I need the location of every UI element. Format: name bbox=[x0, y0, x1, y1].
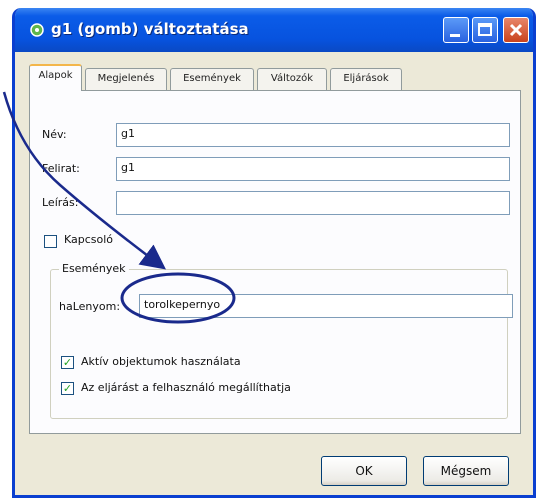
leiras-label: Leírás: bbox=[42, 196, 79, 209]
minimize-icon bbox=[450, 34, 460, 37]
events-group: Események haLenyom: torolkepernyo ✓ Aktí… bbox=[50, 262, 513, 419]
tab-valtozok[interactable]: Változók bbox=[257, 68, 327, 90]
check-icon: ✓ bbox=[62, 356, 73, 369]
tab-strip: Alapok Megjelenés Események Változók Elj… bbox=[29, 64, 521, 91]
kapcsolo-checkbox[interactable] bbox=[44, 235, 57, 248]
aktiv-objektumok-checkbox[interactable]: ✓ bbox=[61, 356, 74, 369]
kapcsolo-label: Kapcsoló bbox=[64, 233, 114, 246]
felirat-field[interactable]: g1 bbox=[116, 157, 510, 181]
events-group-title: Események bbox=[59, 262, 129, 275]
minimize-button[interactable] bbox=[443, 17, 469, 43]
maximize-button[interactable] bbox=[472, 17, 498, 43]
halenyom-label: haLenyom: bbox=[59, 300, 121, 313]
halenyom-field[interactable]: torolkepernyo bbox=[139, 294, 513, 318]
window-title: g1 (gomb) változtatása bbox=[51, 20, 249, 38]
close-icon bbox=[509, 23, 523, 37]
maximize-icon bbox=[478, 23, 492, 36]
tab-eljarasok[interactable]: Eljárások bbox=[330, 68, 402, 90]
ok-button[interactable]: OK bbox=[321, 456, 407, 486]
megallithatja-checkbox[interactable]: ✓ bbox=[61, 382, 74, 395]
megallithatja-label: Az eljárást a felhasználó megállíthatja bbox=[81, 381, 291, 394]
app-icon bbox=[30, 23, 44, 37]
title-bar[interactable]: g1 (gomb) változtatása bbox=[15, 8, 533, 52]
leiras-field[interactable] bbox=[116, 191, 510, 215]
tab-alapok[interactable]: Alapok bbox=[29, 64, 82, 91]
aktiv-objektumok-label: Aktív objektumok használata bbox=[81, 355, 241, 368]
cancel-button[interactable]: Mégsem bbox=[423, 456, 509, 486]
tab-esemenyek[interactable]: Események bbox=[170, 68, 254, 90]
felirat-label: Felirat: bbox=[42, 162, 80, 175]
tab-megjelenes[interactable]: Megjelenés bbox=[85, 68, 167, 90]
close-button[interactable] bbox=[503, 17, 529, 43]
tab-panel: Név: g1 Felirat: g1 Leírás: Kapcsoló Ese… bbox=[29, 90, 521, 434]
dialog-window: g1 (gomb) változtatása Alapok Megjelenés… bbox=[12, 8, 536, 498]
nev-field[interactable]: g1 bbox=[116, 123, 510, 147]
nev-label: Név: bbox=[42, 128, 67, 141]
check-icon: ✓ bbox=[62, 382, 73, 395]
